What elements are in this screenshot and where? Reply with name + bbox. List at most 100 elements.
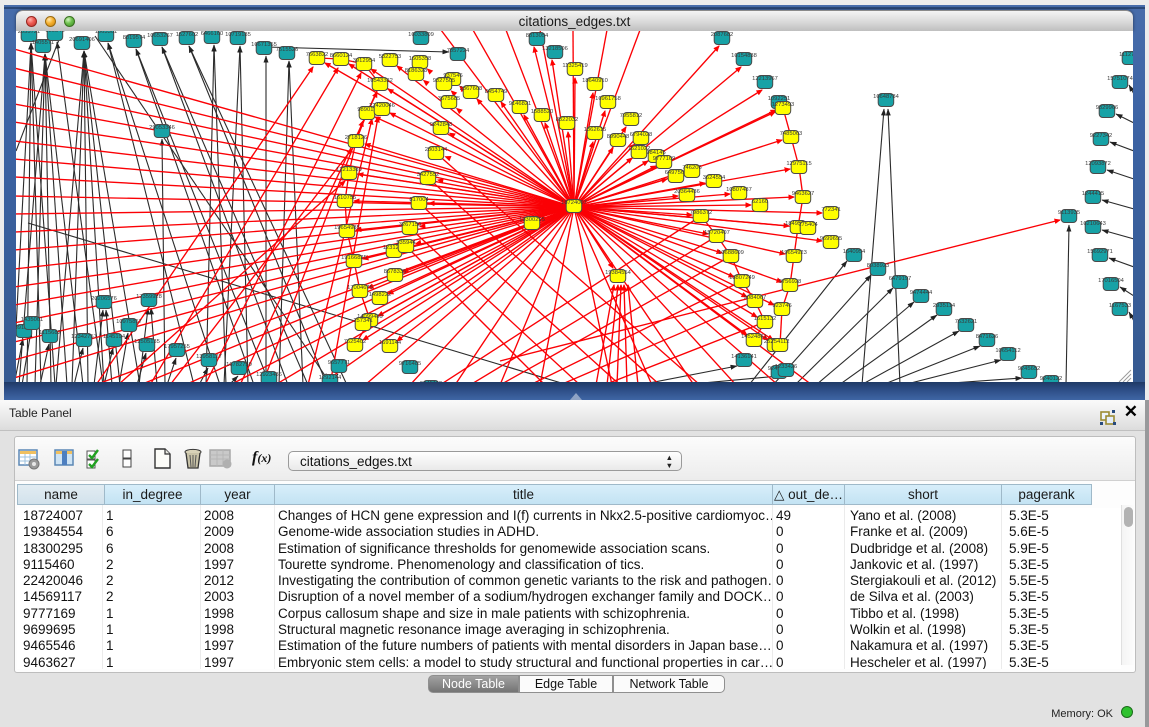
- svg-text:12505135: 12505135: [134, 339, 160, 345]
- svg-text:19654923: 19654923: [781, 250, 807, 256]
- svg-text:257341: 257341: [353, 318, 372, 324]
- svg-text:15692971: 15692971: [1087, 249, 1113, 255]
- svg-text:13958127: 13958127: [196, 354, 222, 360]
- svg-text:1362615: 1362615: [584, 127, 607, 133]
- svg-text:9245652: 9245652: [1018, 366, 1041, 372]
- svg-text:15720407: 15720407: [704, 230, 730, 236]
- svg-text:1527602: 1527602: [176, 32, 199, 38]
- svg-text:1233426: 1233426: [775, 364, 798, 370]
- svg-text:9084067: 9084067: [744, 295, 767, 301]
- svg-text:22420046: 22420046: [369, 103, 395, 109]
- svg-text:9699695: 9699695: [820, 236, 843, 242]
- svg-text:10975857: 10975857: [116, 319, 142, 325]
- svg-text:2803144: 2803144: [425, 147, 448, 153]
- svg-text:939546: 939546: [45, 31, 64, 34]
- svg-text:535944: 535944: [396, 240, 416, 246]
- svg-text:20206576: 20206576: [91, 296, 117, 302]
- svg-text:15751074: 15751074: [1107, 76, 1133, 82]
- svg-text:7625402: 7625402: [344, 339, 367, 345]
- svg-text:8938923: 8938923: [867, 263, 890, 269]
- svg-text:2718126: 2718126: [345, 135, 368, 141]
- svg-text:9146821: 9146821: [509, 101, 532, 107]
- svg-text:1112753: 1112753: [1119, 52, 1133, 58]
- svg-text:8186328: 8186328: [405, 68, 428, 74]
- svg-text:16033809: 16033809: [408, 32, 434, 38]
- svg-text:1605358: 1605358: [409, 56, 432, 62]
- svg-text:10807487: 10807487: [726, 187, 752, 193]
- svg-text:1498222: 1498222: [369, 292, 392, 298]
- svg-text:18300295: 18300295: [519, 217, 545, 223]
- svg-text:62160: 62160: [752, 199, 768, 205]
- svg-text:10654112: 10654112: [995, 348, 1020, 354]
- svg-text:175404: 175404: [798, 222, 818, 228]
- svg-text:9463627: 9463627: [792, 191, 815, 197]
- svg-text:16782759: 16782759: [226, 362, 252, 368]
- svg-text:9242848: 9242848: [430, 122, 453, 128]
- svg-text:1244415: 1244415: [1082, 191, 1105, 197]
- svg-text:1640954: 1640954: [843, 249, 866, 255]
- svg-text:9756928: 9756928: [779, 279, 802, 285]
- svg-text:6466160: 6466160: [201, 31, 224, 37]
- svg-text:16671355: 16671355: [251, 42, 277, 48]
- svg-text:9113935: 9113935: [1058, 210, 1080, 216]
- svg-text:10688609: 10688609: [718, 250, 744, 256]
- svg-text:1063301: 1063301: [95, 31, 118, 35]
- svg-text:7485063: 7485063: [780, 131, 803, 137]
- svg-text:16961758: 16961758: [595, 96, 621, 102]
- svg-text:19384554: 19384554: [605, 270, 632, 276]
- svg-text:1615132: 1615132: [754, 316, 777, 322]
- svg-text:17957255: 17957255: [164, 344, 190, 350]
- svg-text:2055721: 2055721: [18, 31, 41, 35]
- svg-text:9474444: 9474444: [910, 290, 933, 296]
- svg-text:254112: 254112: [771, 339, 790, 345]
- svg-text:1145194: 1145194: [103, 334, 126, 340]
- svg-text:9716485: 9716485: [399, 361, 422, 367]
- svg-text:12213389: 12213389: [336, 167, 362, 173]
- svg-text:16543382: 16543382: [367, 78, 393, 84]
- svg-text:8322032: 8322032: [556, 117, 579, 123]
- svg-text:9329966: 9329966: [1096, 105, 1119, 111]
- svg-text:1115682: 1115682: [39, 330, 61, 336]
- svg-text:3624554: 3624554: [703, 175, 726, 181]
- svg-text:18807249: 18807249: [729, 275, 755, 281]
- svg-text:17016504: 17016504: [1098, 278, 1125, 284]
- svg-text:2935114: 2935114: [933, 303, 956, 309]
- svg-text:20691406: 20691406: [69, 37, 95, 43]
- svg-text:817004: 817004: [409, 197, 429, 203]
- svg-text:18640910: 18640910: [582, 78, 608, 84]
- svg-text:7986372: 7986372: [690, 210, 713, 216]
- svg-text:19166825: 19166825: [341, 255, 367, 261]
- svg-text:1273493: 1273493: [772, 102, 795, 108]
- svg-text:1292144: 1292144: [319, 375, 342, 381]
- svg-text:17359928: 17359928: [136, 294, 162, 300]
- svg-text:772341: 772341: [821, 207, 840, 213]
- svg-text:3267150: 3267150: [399, 222, 422, 228]
- svg-text:6794028: 6794028: [630, 132, 653, 138]
- svg-text:18724007: 18724007: [561, 200, 587, 206]
- svg-text:12923486: 12923486: [256, 372, 282, 378]
- svg-text:12213967: 12213967: [752, 76, 778, 82]
- svg-text:3427552: 3427552: [417, 172, 440, 178]
- svg-text:923746: 923746: [772, 303, 791, 309]
- svg-text:1167533: 1167533: [1109, 303, 1131, 309]
- svg-text:10719185: 10719185: [225, 32, 251, 38]
- svg-text:8990448: 8990448: [607, 134, 630, 140]
- svg-text:8471626: 8471626: [976, 334, 999, 340]
- svg-text:14136141: 14136141: [731, 354, 757, 360]
- svg-text:16648784: 16648784: [873, 94, 900, 100]
- svg-text:2367608: 2367608: [460, 86, 483, 92]
- svg-text:8454749: 8454749: [485, 89, 508, 95]
- svg-text:11325419: 11325419: [562, 63, 587, 69]
- svg-text:7632621: 7632621: [955, 319, 978, 325]
- svg-text:8819574: 8819574: [123, 35, 146, 41]
- svg-text:7857224: 7857224: [447, 48, 470, 54]
- svg-text:1588520: 1588520: [531, 109, 554, 115]
- svg-text:8813054: 8813054: [526, 33, 549, 39]
- svg-text:17004675: 17004675: [347, 285, 373, 291]
- svg-text:12093872: 12093872: [1085, 161, 1111, 167]
- svg-text:2087682: 2087682: [711, 32, 734, 38]
- svg-text:8678335: 8678335: [384, 269, 407, 275]
- svg-text:9327505: 9327505: [433, 78, 456, 84]
- svg-text:5322753: 5322753: [379, 54, 402, 60]
- svg-text:1691144: 1691144: [379, 340, 402, 346]
